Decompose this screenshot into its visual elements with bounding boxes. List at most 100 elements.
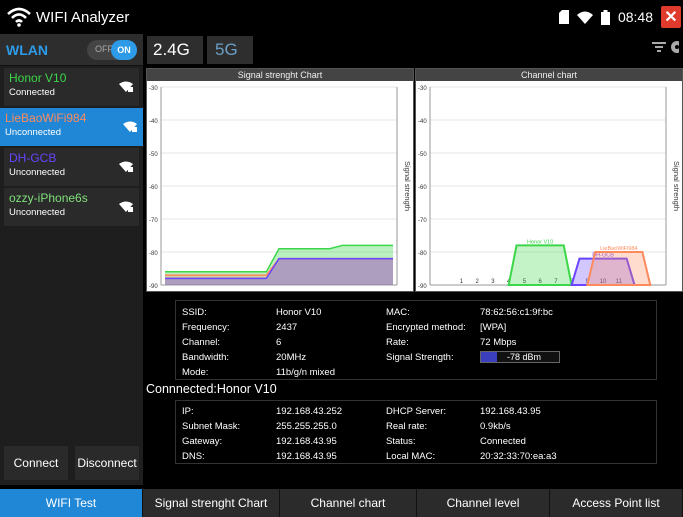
- tab-5g[interactable]: 5G: [207, 36, 253, 64]
- toolbar-icons: [652, 40, 679, 54]
- y-tick-label: -30: [149, 86, 158, 92]
- band-tabs: 2.4G 5G: [143, 34, 683, 66]
- connect-button[interactable]: Connect: [4, 446, 68, 480]
- network-item-honor-v10[interactable]: Honor V10 Connected: [4, 68, 139, 106]
- network-item-ozzy-iphone6s[interactable]: ozzy-iPhone6s Unconnected: [4, 188, 139, 226]
- encryption-value: [WPA]: [480, 322, 507, 333]
- x-tick-label: 1: [460, 279, 464, 285]
- network-state: Unconnected: [9, 207, 65, 218]
- nav-signal-strength-chart[interactable]: Signal strenght Chart: [143, 489, 280, 517]
- channel-chart-title: Channel chart: [416, 69, 682, 81]
- network-name: Honor V10: [9, 71, 67, 85]
- network-name: LieBaoWiFi984: [5, 111, 87, 125]
- y-tick-label: -70: [149, 218, 158, 224]
- mac-value: 78:62:56:c1:9f:bc: [480, 307, 553, 318]
- connection-buttons: Connect Disconnect: [0, 446, 143, 480]
- battery-icon: [600, 9, 610, 25]
- nav-channel-chart[interactable]: Channel chart: [280, 489, 417, 517]
- channel-chart: Channel chart -30 -40 -50 -60 -70 -80 -90 Signa…: [415, 68, 683, 292]
- dhcp-server-label: DHCP Server:: [386, 406, 447, 417]
- ssid-value: Honor V10: [276, 307, 322, 318]
- signal-strength-label: Signal Strength:: [386, 352, 454, 363]
- connected-title: Connnected:Honor V10: [146, 382, 277, 396]
- y-tick-label: -60: [149, 185, 158, 191]
- series-label: LieBaoWiFi984: [600, 246, 637, 252]
- network-name: ozzy-iPhone6s: [9, 191, 88, 205]
- subnet-mask-label: Subnet Mask:: [182, 421, 241, 432]
- y-tick-label: -40: [149, 119, 158, 125]
- channel-value: 6: [276, 337, 282, 348]
- wifi-lock-icon: [123, 120, 137, 138]
- local-mac-label: Local MAC:: [386, 451, 436, 462]
- ip-value: 192.168.43.252: [276, 406, 343, 417]
- y-tick-label: -70: [418, 218, 427, 224]
- gear-icon[interactable]: [669, 40, 679, 54]
- x-tick-label: 3: [491, 279, 495, 285]
- disconnect-button[interactable]: Disconnect: [75, 446, 139, 480]
- toggle-on-label: ON: [111, 39, 137, 60]
- channel-chart-plot: -30-40-50-60-70-80-90Signal strength1 2 3 4…: [418, 86, 681, 290]
- rate-label: Rate:: [386, 337, 409, 348]
- wlan-header: WLAN OFF ON: [0, 34, 143, 66]
- wifi-lock-icon: [119, 160, 133, 178]
- signal-chart-plot: -30 -40 -50 -60 -70 -80 -90 Signal strength: [149, 86, 412, 290]
- dhcp-server-value: 192.168.43.95: [480, 406, 541, 417]
- nav-access-point-list[interactable]: Access Point list: [550, 489, 683, 517]
- rate-value: 72 Mbps: [480, 337, 517, 348]
- mac-label: MAC:: [386, 307, 410, 318]
- status-bar: 08:48 ✕: [558, 0, 683, 34]
- tab-2-4g[interactable]: 2.4G: [147, 36, 203, 64]
- network-list: Honor V10 Connected LieBaoWiFi984 Unconn…: [0, 68, 143, 226]
- subnet-mask-value: 255.255.255.0: [276, 421, 337, 432]
- network-state: Unconnected: [5, 127, 61, 138]
- y-tick-label: -90: [149, 284, 158, 290]
- wlan-label: WLAN: [6, 41, 48, 58]
- series-label: Honor V10: [527, 239, 553, 245]
- y-tick-label: -50: [149, 152, 158, 158]
- y-axis-label: Signal strength: [672, 161, 681, 211]
- channel-trapezoid: [507, 244, 573, 286]
- wifi-lock-icon: [119, 200, 133, 218]
- nav-wifi-test[interactable]: WIFI Test: [0, 489, 143, 517]
- ip-label: IP:: [182, 406, 194, 417]
- network-name: DH-GCB: [9, 151, 57, 165]
- wifi-status-icon: [576, 11, 593, 24]
- frequency-value: 2437: [276, 322, 298, 333]
- signal-strength-chart: Signal strenght Chart -30 -40 -50 -60 -70 -80…: [146, 68, 414, 292]
- signal-strength-value: -78 dBm: [507, 352, 542, 362]
- clock: 08:48: [617, 9, 653, 25]
- real-rate-value: 0.9kb/s: [480, 421, 511, 432]
- y-axis-label: Signal strength: [403, 161, 412, 211]
- channel-label: Channel:: [182, 337, 221, 348]
- bottom-nav: WIFI Test Signal strenght Chart Channel …: [0, 489, 683, 517]
- mode-value: 11b/g/n mixed: [276, 367, 335, 378]
- sidebar: WLAN OFF ON Honor V10 Connected LieBaoWi…: [0, 34, 143, 485]
- bandwidth-value: 20MHz: [276, 352, 307, 363]
- gateway-value: 192.168.43.95: [276, 436, 337, 447]
- network-state: Unconnected: [9, 167, 65, 178]
- frequency-label: Frequency:: [182, 322, 230, 333]
- connection-info-panel: IP: 192.168.43.252 Subnet Mask: 255.255.…: [175, 400, 657, 464]
- y-tick-label: -40: [418, 119, 427, 125]
- filter-icon[interactable]: [652, 40, 666, 54]
- real-rate-label: Real rate:: [386, 421, 428, 432]
- dns-value: 192.168.43.95: [276, 451, 337, 462]
- wifi-lock-icon: [119, 80, 133, 98]
- signal-strength-fill: [481, 352, 497, 362]
- wifi-logo-icon: [7, 7, 31, 27]
- nav-channel-level[interactable]: Channel level: [417, 489, 550, 517]
- signal-chart-title: Signal strenght Chart: [147, 69, 413, 81]
- y-tick-label: -50: [418, 152, 427, 158]
- network-item-dh-gcb[interactable]: DH-GCB Unconnected: [4, 148, 139, 186]
- ssid-label: SSID:: [182, 307, 207, 318]
- y-tick-label: -30: [418, 86, 427, 92]
- mode-label: Mode:: [182, 367, 209, 378]
- network-item-liebaowifi984[interactable]: LieBaoWiFi984 Unconnected: [0, 108, 143, 146]
- status-value: Connected: [480, 436, 526, 447]
- y-tick-label: -80: [418, 251, 427, 257]
- y-tick-label: -90: [418, 284, 427, 290]
- x-tick-label: 2: [476, 279, 480, 285]
- channel-trapezoid: [586, 251, 652, 286]
- wlan-toggle[interactable]: OFF ON: [87, 39, 137, 60]
- close-button[interactable]: ✕: [661, 6, 681, 28]
